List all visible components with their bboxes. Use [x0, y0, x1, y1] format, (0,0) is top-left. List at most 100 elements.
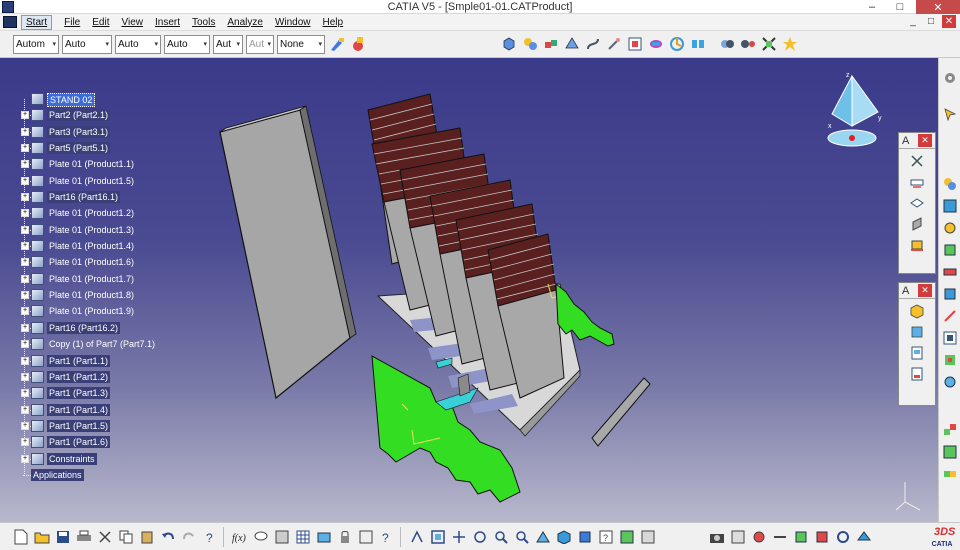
tree-node[interactable]: + Part2 (Part2.1): [20, 107, 190, 123]
new-product-icon[interactable]: [521, 35, 539, 53]
camera-icon[interactable]: [708, 528, 726, 546]
close-button[interactable]: ✕: [916, 0, 960, 14]
flexible-rigid-icon[interactable]: [942, 444, 958, 460]
tree-expand-button[interactable]: +: [21, 454, 29, 463]
hide-show-icon[interactable]: ?: [597, 528, 615, 546]
tree-node[interactable]: + Plate 01 (Product1.5): [20, 173, 190, 189]
tree-node[interactable]: + Plate 01 (Product1.2): [20, 205, 190, 221]
doc-minimize-button[interactable]: _: [906, 15, 920, 28]
manage-representations-icon[interactable]: [668, 35, 686, 53]
cycle-icon[interactable]: [834, 528, 852, 546]
offset-constraint-icon[interactable]: [942, 264, 958, 280]
document-icon[interactable]: [3, 16, 17, 28]
tree-expand-button[interactable]: +: [21, 372, 29, 381]
tree-node[interactable]: + Part1 (Part1.4): [20, 402, 190, 418]
menu-start[interactable]: Start: [21, 14, 53, 30]
reorder-icon[interactable]: [357, 528, 375, 546]
tree-node[interactable]: + Plate 01 (Product1.7): [20, 271, 190, 287]
table-icon[interactable]: [294, 528, 312, 546]
new-file-icon[interactable]: [12, 528, 30, 546]
minimize-button[interactable]: –: [858, 0, 886, 14]
tree-expand-button[interactable]: +: [21, 258, 29, 267]
constraint-gear-icon[interactable]: [942, 220, 958, 236]
graph-tree-reordering-icon[interactable]: [605, 35, 623, 53]
line-thickness-dropdown[interactable]: Auto ▾: [115, 34, 161, 54]
tree-node[interactable]: + Part16 (Part16.1): [20, 189, 190, 205]
save-icon[interactable]: [54, 528, 72, 546]
transparency-dropdown[interactable]: Auto ▾: [62, 34, 112, 54]
selective-load-icon[interactable]: [647, 35, 665, 53]
menu-file[interactable]: File: [64, 17, 80, 28]
iso-view-icon[interactable]: [555, 528, 573, 546]
palette-2-close-button[interactable]: ✕: [918, 284, 932, 297]
shading-icon[interactable]: [576, 528, 594, 546]
palette-1-close-button[interactable]: ✕: [918, 134, 932, 147]
measure-icon[interactable]: [942, 374, 958, 390]
tree-node[interactable]: + Plate 01 (Product1.6): [20, 254, 190, 270]
small-rod[interactable]: [591, 377, 651, 447]
tree-node[interactable]: Applications: [20, 467, 190, 483]
line-type-dropdown[interactable]: Auto ▾: [164, 34, 210, 54]
tree-node[interactable]: + Plate 01 (Product1.8): [20, 287, 190, 303]
menu-window[interactable]: Window: [275, 17, 311, 28]
menu-help[interactable]: Help: [323, 17, 344, 28]
palette-2-header[interactable]: A ✕: [899, 283, 935, 299]
tree-expand-button[interactable]: +: [21, 193, 29, 202]
update-icon[interactable]: [942, 352, 958, 368]
tree-expand-button[interactable]: +: [21, 307, 29, 316]
stop-manipulate-on-clash-icon[interactable]: [781, 35, 799, 53]
layer-dropdown[interactable]: None ▾: [277, 34, 325, 54]
gear-icon[interactable]: [942, 70, 958, 86]
tree-expand-button[interactable]: +: [21, 225, 29, 234]
tree-node[interactable]: + Part1 (Part1.3): [20, 385, 190, 401]
apply-material-icon[interactable]: [349, 35, 367, 53]
flag-note-icon[interactable]: [908, 194, 926, 212]
comment-icon[interactable]: [252, 528, 270, 546]
redo-icon[interactable]: [180, 528, 198, 546]
swap-icon[interactable]: [855, 528, 873, 546]
assembly-icon[interactable]: [942, 198, 958, 214]
track-icon[interactable]: [813, 528, 831, 546]
angle-constraint-icon[interactable]: [942, 308, 958, 324]
tree-node[interactable]: + Part1 (Part1.6): [20, 434, 190, 450]
constraint-icon[interactable]: [908, 215, 926, 233]
tree-expand-button[interactable]: +: [21, 127, 29, 136]
normal-view-icon[interactable]: [534, 528, 552, 546]
tree-expand-button[interactable]: +: [21, 323, 29, 332]
tree-node[interactable]: + Part1 (Part1.1): [20, 353, 190, 369]
rotate-icon[interactable]: [471, 528, 489, 546]
tree-expand-button[interactable]: +: [21, 356, 29, 365]
painter-icon[interactable]: [328, 35, 346, 53]
capture-icon[interactable]: [908, 344, 926, 362]
tree-expand-button[interactable]: +: [21, 438, 29, 447]
tree-expand-button[interactable]: +: [21, 111, 29, 120]
menu-view[interactable]: View: [121, 17, 143, 28]
stamp-icon[interactable]: [908, 236, 926, 254]
fly-mode-icon[interactable]: [408, 528, 426, 546]
apply-material-bottom-icon[interactable]: [639, 528, 657, 546]
tree-node[interactable]: + Plate 01 (Product1.3): [20, 222, 190, 238]
lock-icon[interactable]: [336, 528, 354, 546]
pan-icon[interactable]: [450, 528, 468, 546]
simulation-icon[interactable]: [792, 528, 810, 546]
tree-expand-button[interactable]: +: [21, 389, 29, 398]
swap-visible-space-icon[interactable]: [618, 528, 636, 546]
tree-expand-button[interactable]: +: [21, 274, 29, 283]
tree-expand-button[interactable]: +: [21, 405, 29, 414]
tree-node[interactable]: + Part5 (Part5.1): [20, 140, 190, 156]
large-panel[interactable]: [219, 105, 357, 400]
tree-expand-button[interactable]: +: [21, 209, 29, 218]
explode-icon[interactable]: [760, 35, 778, 53]
tree-node[interactable]: + Part1 (Part1.2): [20, 369, 190, 385]
fix-icon[interactable]: [942, 242, 958, 258]
tree-node[interactable]: + Part16 (Part16.2): [20, 320, 190, 336]
select-arrow-icon[interactable]: [942, 106, 958, 122]
part-design-icon[interactable]: [942, 176, 958, 192]
multi-instantiation-icon[interactable]: [689, 35, 707, 53]
change-constraint-icon[interactable]: [942, 466, 958, 482]
distance-icon[interactable]: [771, 528, 789, 546]
tree-node[interactable]: + Part1 (Part1.5): [20, 418, 190, 434]
menu-insert[interactable]: Insert: [155, 17, 180, 28]
undo-icon[interactable]: [159, 528, 177, 546]
text-template-icon[interactable]: [942, 330, 958, 346]
